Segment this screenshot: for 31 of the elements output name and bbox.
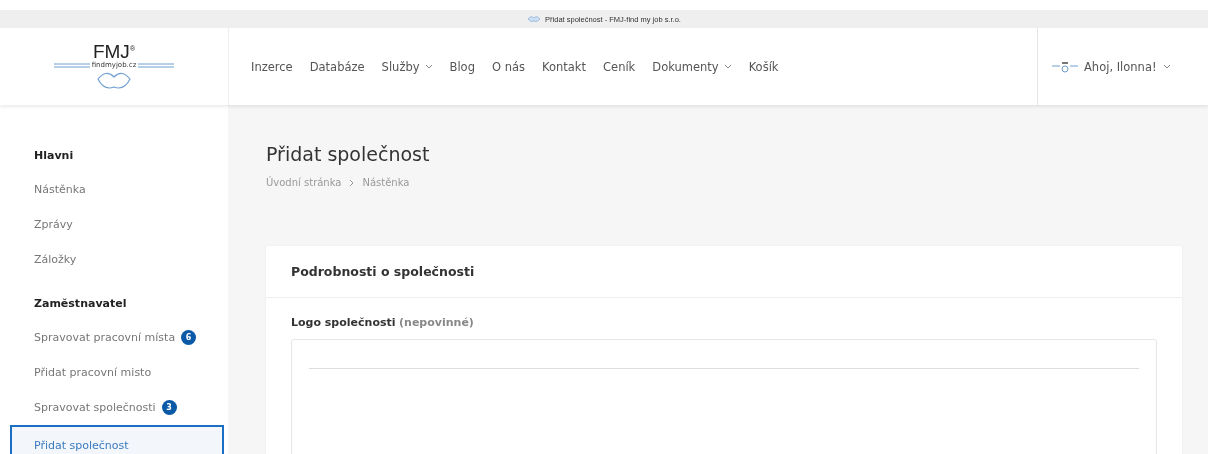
count-badge: 3: [161, 400, 177, 415]
sidebar-item[interactable]: Spravovat pracovní místa 6: [0, 320, 228, 355]
sidebar-item[interactable]: Přidat společnost: [10, 425, 224, 454]
sidebar-heading: Hlavni: [33, 148, 75, 164]
sidebar-item[interactable]: Spravovat společnosti 3: [0, 390, 228, 425]
chevron-down-icon: [1162, 64, 1171, 69]
chevron-right-icon: [349, 178, 355, 187]
nav-link[interactable]: Košík: [748, 59, 779, 74]
nav-link[interactable]: Ceník: [603, 59, 636, 74]
chevron-down-icon: [723, 64, 732, 69]
sidebar-item[interactable]: Záložky: [0, 242, 228, 277]
sidebar-item[interactable]: Přidat pracovní misto: [0, 355, 228, 390]
nav-link[interactable]: Databáze: [309, 59, 365, 74]
sidebar-item[interactable]: Nástěnka: [0, 172, 228, 207]
count-badge: 6: [181, 330, 197, 345]
nav-link[interactable]: Služby: [381, 59, 433, 74]
double-line-icon: [53, 62, 90, 68]
field-label: Logo společnosti (nepovinné): [291, 316, 475, 329]
nav-link[interactable]: Dokumenty: [652, 59, 732, 74]
nav-link[interactable]: Kontakt: [542, 59, 587, 74]
double-line-icon: [138, 62, 175, 68]
sidebar-item[interactable]: Zprávy: [0, 207, 228, 242]
chevron-down-icon: [424, 64, 433, 69]
card-title: Podrobnosti o společnosti: [266, 246, 1182, 298]
nav-link[interactable]: Inzerce: [251, 59, 293, 74]
logo-icon: [1052, 60, 1078, 73]
page-title: Přidat společnost: [266, 143, 431, 165]
sidebar-heading: Zaměstnavatel: [33, 296, 128, 312]
nav-link[interactable]: O nás: [491, 59, 525, 74]
logo-brand: FMJ$^{®}$: [92, 40, 136, 62]
nav-link[interactable]: Blog: [449, 59, 475, 74]
